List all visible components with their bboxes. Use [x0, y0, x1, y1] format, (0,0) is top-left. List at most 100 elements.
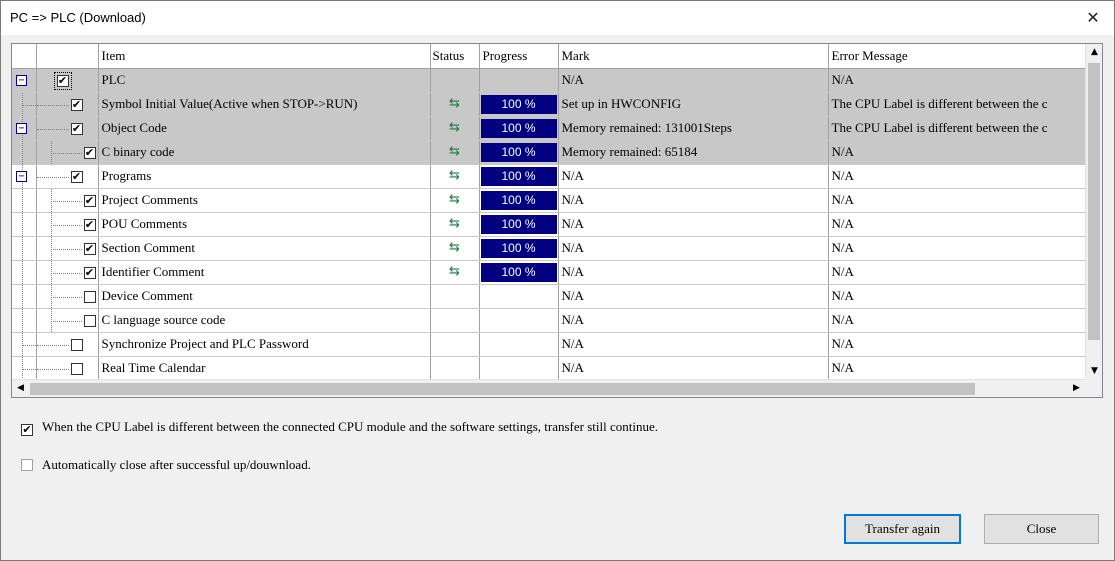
- status-cell: ⇆: [430, 116, 480, 141]
- collapse-icon[interactable]: −: [16, 122, 27, 134]
- table-row[interactable]: ✔ Symbol Initial Value(Active when STOP->…: [12, 92, 1087, 117]
- row-expander-cell: −: [12, 68, 37, 93]
- row-expander-cell: −: [12, 116, 37, 141]
- row-expander-cell: [12, 140, 37, 165]
- vertical-scrollbar[interactable]: ▲ ▼: [1085, 44, 1102, 380]
- mark-cell: N/A: [558, 68, 829, 93]
- row-checkbox[interactable]: [70, 362, 83, 375]
- table-row[interactable]: − ✔ PLC N/A N/A: [12, 68, 1087, 93]
- error-message-cell: N/A: [828, 164, 1087, 189]
- table-row[interactable]: ✔ C binary code ⇆ 100 % Memory remained: 651…: [12, 140, 1087, 165]
- window-title: PC => PLC (Download): [10, 10, 146, 25]
- row-checkbox[interactable]: ✔: [83, 146, 96, 159]
- row-expander-cell: [12, 260, 37, 285]
- row-checkbox[interactable]: ✔: [70, 170, 83, 183]
- progress-bar: 100 %: [480, 238, 557, 258]
- table-row[interactable]: ✔ Project Comments ⇆ 100 % N/A N/A: [12, 188, 1087, 213]
- collapse-icon[interactable]: −: [16, 170, 27, 182]
- scroll-down-icon[interactable]: ▼: [1086, 363, 1102, 380]
- progress-bar: 100 %: [480, 142, 557, 162]
- close-icon[interactable]: ✕: [1078, 3, 1108, 33]
- item-cell: Section Comment: [98, 236, 431, 261]
- table-row[interactable]: ✔ POU Comments ⇆ 100 % N/A N/A: [12, 212, 1087, 237]
- grid-body: − ✔ PLC N/A N/A ✔ Symbol Initial Value(Active …: [12, 68, 1087, 381]
- table-row[interactable]: − ✔ Object Code ⇆ 100 % Memory remained: 1310…: [12, 116, 1087, 141]
- error-message-cell: N/A: [828, 332, 1087, 357]
- vertical-scroll-thumb[interactable]: [1088, 63, 1100, 340]
- status-column-header[interactable]: Status: [430, 44, 480, 69]
- transfer-table: Item Status Progress Mark Error Message …: [12, 44, 1087, 381]
- mark-cell: Memory remained: 131001Steps: [558, 116, 829, 141]
- progress-column-header[interactable]: Progress: [479, 44, 559, 69]
- auto-close-checkbox[interactable]: [21, 459, 33, 471]
- status-cell: ⇆: [430, 188, 480, 213]
- mark-cell: N/A: [558, 332, 829, 357]
- row-checkbox-cell: ✔: [36, 68, 99, 93]
- check-column-header[interactable]: [36, 44, 99, 69]
- horizontal-scroll-thumb[interactable]: [30, 383, 975, 395]
- scroll-up-icon[interactable]: ▲: [1086, 44, 1102, 61]
- progress-cell: [479, 284, 559, 309]
- horizontal-scrollbar[interactable]: ◀ ▶: [12, 379, 1087, 397]
- progress-bar: 100 %: [480, 118, 557, 138]
- error-message-cell: N/A: [828, 308, 1087, 333]
- continue-on-label-diff-option[interactable]: ✔ When the CPU Label is different between…: [21, 419, 658, 436]
- row-expander-cell: [12, 212, 37, 237]
- scroll-right-icon[interactable]: ▶: [1068, 380, 1085, 397]
- tree-line: [36, 176, 69, 178]
- table-row[interactable]: Synchronize Project and PLC Password N/A N…: [12, 332, 1087, 357]
- tree-line: [22, 344, 35, 346]
- progress-cell: [479, 332, 559, 357]
- table-row[interactable]: Real Time Calendar N/A N/A: [12, 356, 1087, 381]
- row-checkbox[interactable]: ✔: [70, 122, 83, 135]
- mark-cell: N/A: [558, 236, 829, 261]
- status-cell: ⇆: [430, 236, 480, 261]
- item-column-header[interactable]: Item: [98, 44, 431, 69]
- tree-line: [22, 284, 23, 307]
- transfer-again-button[interactable]: Transfer again: [844, 514, 961, 544]
- item-cell: Symbol Initial Value(Active when STOP->R…: [98, 92, 431, 117]
- row-checkbox-cell: [36, 284, 99, 309]
- row-checkbox[interactable]: ✔: [70, 98, 83, 111]
- progress-bar: 100 %: [480, 190, 557, 210]
- row-checkbox[interactable]: ✔: [53, 71, 72, 90]
- tree-line: [22, 212, 23, 235]
- collapse-icon[interactable]: −: [16, 74, 27, 86]
- table-row[interactable]: ✔ Section Comment ⇆ 100 % N/A N/A: [12, 236, 1087, 261]
- status-cell: [430, 332, 480, 357]
- table-row[interactable]: − ✔ Programs ⇆ 100 % N/A N/A: [12, 164, 1087, 189]
- transfer-grid: Item Status Progress Mark Error Message …: [11, 43, 1103, 398]
- row-checkbox[interactable]: ✔: [83, 266, 96, 279]
- download-dialog: PC => PLC (Download) ✕ Item Status Progr…: [0, 0, 1115, 561]
- row-checkbox[interactable]: [83, 314, 96, 327]
- close-button[interactable]: Close: [984, 514, 1099, 544]
- progress-cell: 100 %: [479, 188, 559, 213]
- progress-cell: 100 %: [479, 164, 559, 189]
- mark-cell: N/A: [558, 284, 829, 309]
- row-checkbox[interactable]: ✔: [83, 242, 96, 255]
- mark-cell: N/A: [558, 188, 829, 213]
- progress-cell: [479, 68, 559, 93]
- continue-on-label-diff-checkbox[interactable]: ✔: [21, 424, 33, 436]
- tree-line: [36, 368, 69, 370]
- status-cell: ⇆: [430, 92, 480, 117]
- row-checkbox[interactable]: ✔: [83, 218, 96, 231]
- table-row[interactable]: ✔ Identifier Comment ⇆ 100 % N/A N/A: [12, 260, 1087, 285]
- item-cell: Real Time Calendar: [98, 356, 431, 381]
- table-row[interactable]: C language source code N/A N/A: [12, 308, 1087, 333]
- row-checkbox[interactable]: [83, 290, 96, 303]
- expand-column-header[interactable]: [12, 44, 37, 69]
- row-checkbox-cell: [36, 356, 99, 381]
- scroll-left-icon[interactable]: ◀: [12, 380, 29, 397]
- progress-cell: 100 %: [479, 92, 559, 117]
- table-row[interactable]: Device Comment N/A N/A: [12, 284, 1087, 309]
- row-checkbox[interactable]: ✔: [83, 194, 96, 207]
- auto-close-option[interactable]: Automatically close after successful up/…: [21, 457, 311, 473]
- progress-cell: 100 %: [479, 116, 559, 141]
- row-checkbox[interactable]: [70, 338, 83, 351]
- mark-cell: N/A: [558, 212, 829, 237]
- error-message-cell: N/A: [828, 68, 1087, 93]
- error-column-header[interactable]: Error Message: [828, 44, 1087, 69]
- mark-column-header[interactable]: Mark: [558, 44, 829, 69]
- error-message-cell: N/A: [828, 356, 1087, 381]
